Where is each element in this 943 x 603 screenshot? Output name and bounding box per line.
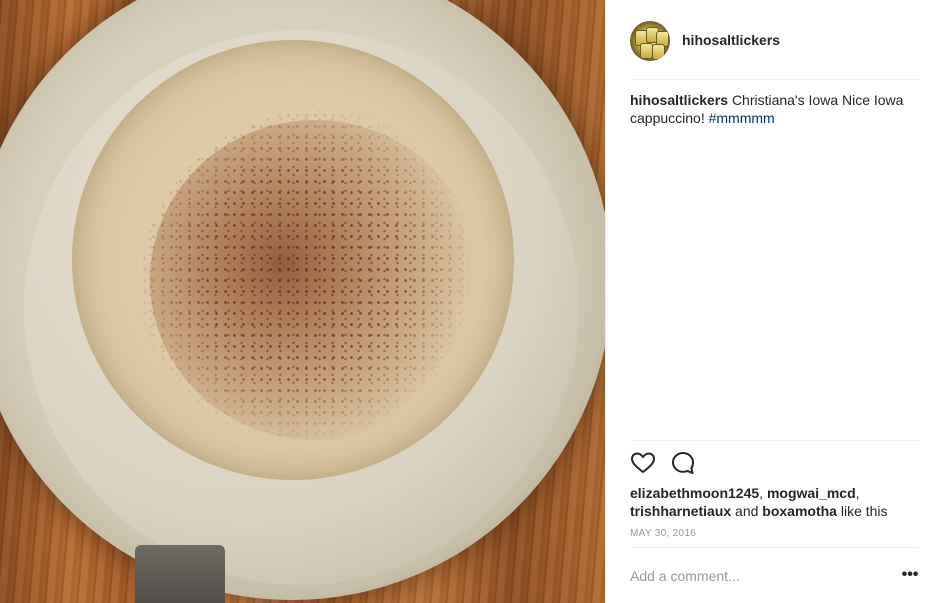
- avatar[interactable]: [630, 21, 670, 61]
- comment-divider: [630, 547, 918, 548]
- header-username-link[interactable]: hihosaltlickers: [682, 32, 780, 48]
- actions-divider: [630, 440, 918, 441]
- post-photo[interactable]: [0, 0, 605, 603]
- liker-link[interactable]: elizabethmoon1245: [630, 485, 759, 501]
- liker-link[interactable]: boxamotha: [762, 503, 837, 519]
- jar-icon: [652, 44, 665, 60]
- heart-icon[interactable]: [630, 450, 656, 476]
- post-details-panel: hihosaltlickers hihosaltlickers Christia…: [605, 0, 943, 603]
- likes-suffix: like this: [836, 503, 888, 519]
- more-options-icon[interactable]: •••: [900, 565, 920, 585]
- post-header: hihosaltlickers: [606, 0, 943, 80]
- likes-separator: ,: [759, 485, 767, 501]
- comment-input[interactable]: [630, 566, 890, 586]
- liker-link[interactable]: trishharnetiaux: [630, 503, 731, 519]
- speech-bubble-icon[interactable]: [670, 450, 696, 476]
- mug-handle: [135, 545, 225, 603]
- cinnamon-specks: [140, 110, 500, 470]
- liker-link[interactable]: mogwai_mcd: [767, 485, 856, 501]
- caption-hashtag-link[interactable]: #mmmmm: [709, 110, 775, 126]
- likes-summary: elizabethmoon1245, mogwai_mcd, trishharn…: [630, 484, 925, 520]
- likes-and: and: [731, 503, 763, 519]
- likes-separator: ,: [855, 485, 860, 501]
- caption-username-link[interactable]: hihosaltlickers: [630, 92, 728, 108]
- post-date[interactable]: MAY 30, 2016: [630, 528, 696, 539]
- post-caption: hihosaltlickers Christiana's Iowa Nice I…: [630, 91, 920, 127]
- header-divider: [630, 79, 918, 80]
